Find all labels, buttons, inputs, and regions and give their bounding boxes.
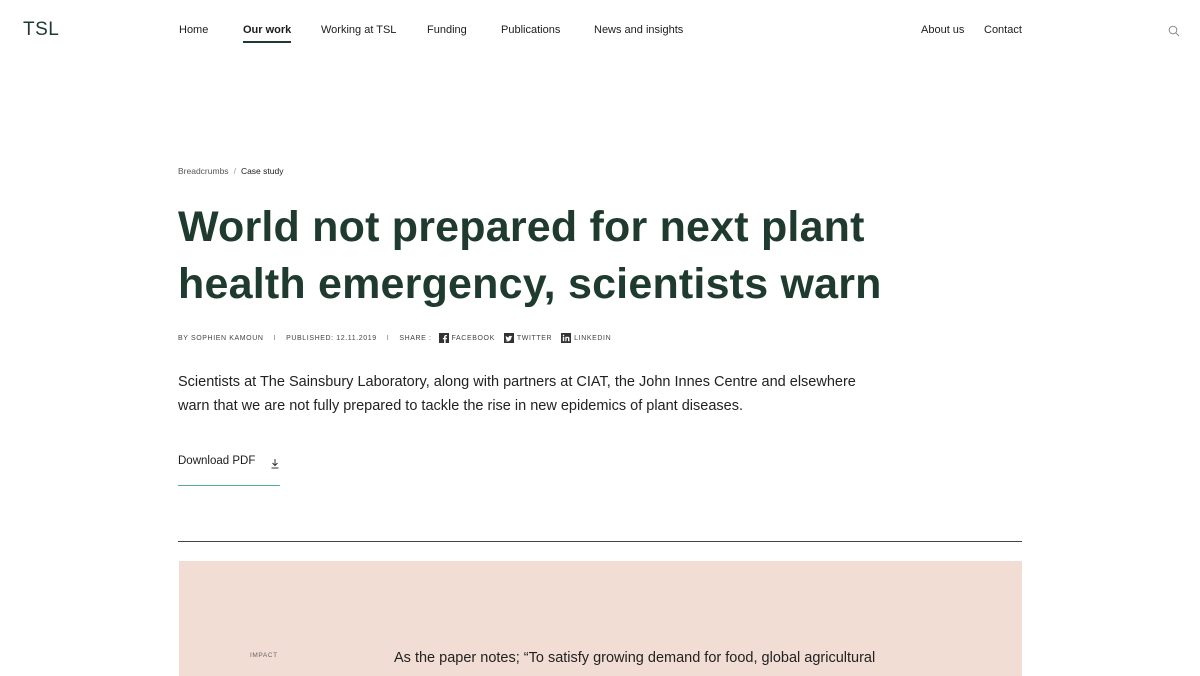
breadcrumb-parent[interactable]: Breadcrumbs bbox=[178, 166, 229, 176]
breadcrumb-current: Case study bbox=[240, 166, 284, 176]
nav-about-us[interactable]: About us bbox=[921, 24, 964, 36]
breadcrumb-separator: / bbox=[233, 166, 236, 176]
nav-contact[interactable]: Contact bbox=[984, 24, 1022, 36]
nav-our-work[interactable]: Our work bbox=[243, 24, 292, 43]
search-icon[interactable] bbox=[1168, 25, 1180, 37]
meta-divider: I bbox=[273, 334, 277, 342]
share-linkedin[interactable]: LINKEDIN bbox=[561, 333, 611, 343]
section-divider bbox=[178, 541, 1022, 542]
byline: BY SOPHIEN KAMOUN bbox=[178, 334, 264, 342]
download-icon bbox=[271, 459, 279, 469]
nav-working-at-tsl[interactable]: Working at TSL bbox=[321, 24, 396, 36]
site-logo[interactable]: TSL bbox=[23, 19, 59, 41]
meta-divider: I bbox=[386, 334, 390, 342]
article-title: World not prepared for next plant health… bbox=[178, 203, 882, 308]
breadcrumb: Breadcrumbs / Case study bbox=[178, 166, 283, 176]
nav-publications[interactable]: Publications bbox=[501, 24, 560, 36]
nav-home[interactable]: Home bbox=[179, 24, 208, 36]
article-lede: Scientists at The Sainsbury Laboratory, … bbox=[178, 374, 856, 414]
nav-funding[interactable]: Funding bbox=[427, 24, 467, 36]
share-twitter[interactable]: TWITTER bbox=[503, 333, 552, 343]
share-label: SHARE : bbox=[399, 334, 432, 342]
download-pdf-label: Download PDF bbox=[178, 455, 256, 467]
impact-section: IMPACT As the paper notes; “To satisfy g… bbox=[179, 561, 1022, 676]
share-facebook[interactable]: FACEBOOK bbox=[438, 333, 495, 343]
facebook-icon bbox=[438, 333, 449, 343]
impact-label: IMPACT bbox=[250, 652, 278, 659]
nav-news-and-insights[interactable]: News and insights bbox=[594, 24, 683, 36]
impact-quote: As the paper notes; “To satisfy growing … bbox=[394, 650, 876, 666]
article-meta: BY SOPHIEN KAMOUN I PUBLISHED: 12.11.201… bbox=[178, 333, 620, 343]
twitter-icon bbox=[503, 333, 514, 343]
linkedin-icon bbox=[561, 333, 572, 343]
published-date: PUBLISHED: 12.11.2019 bbox=[286, 334, 377, 342]
download-pdf-button[interactable]: Download PDF bbox=[178, 455, 280, 486]
